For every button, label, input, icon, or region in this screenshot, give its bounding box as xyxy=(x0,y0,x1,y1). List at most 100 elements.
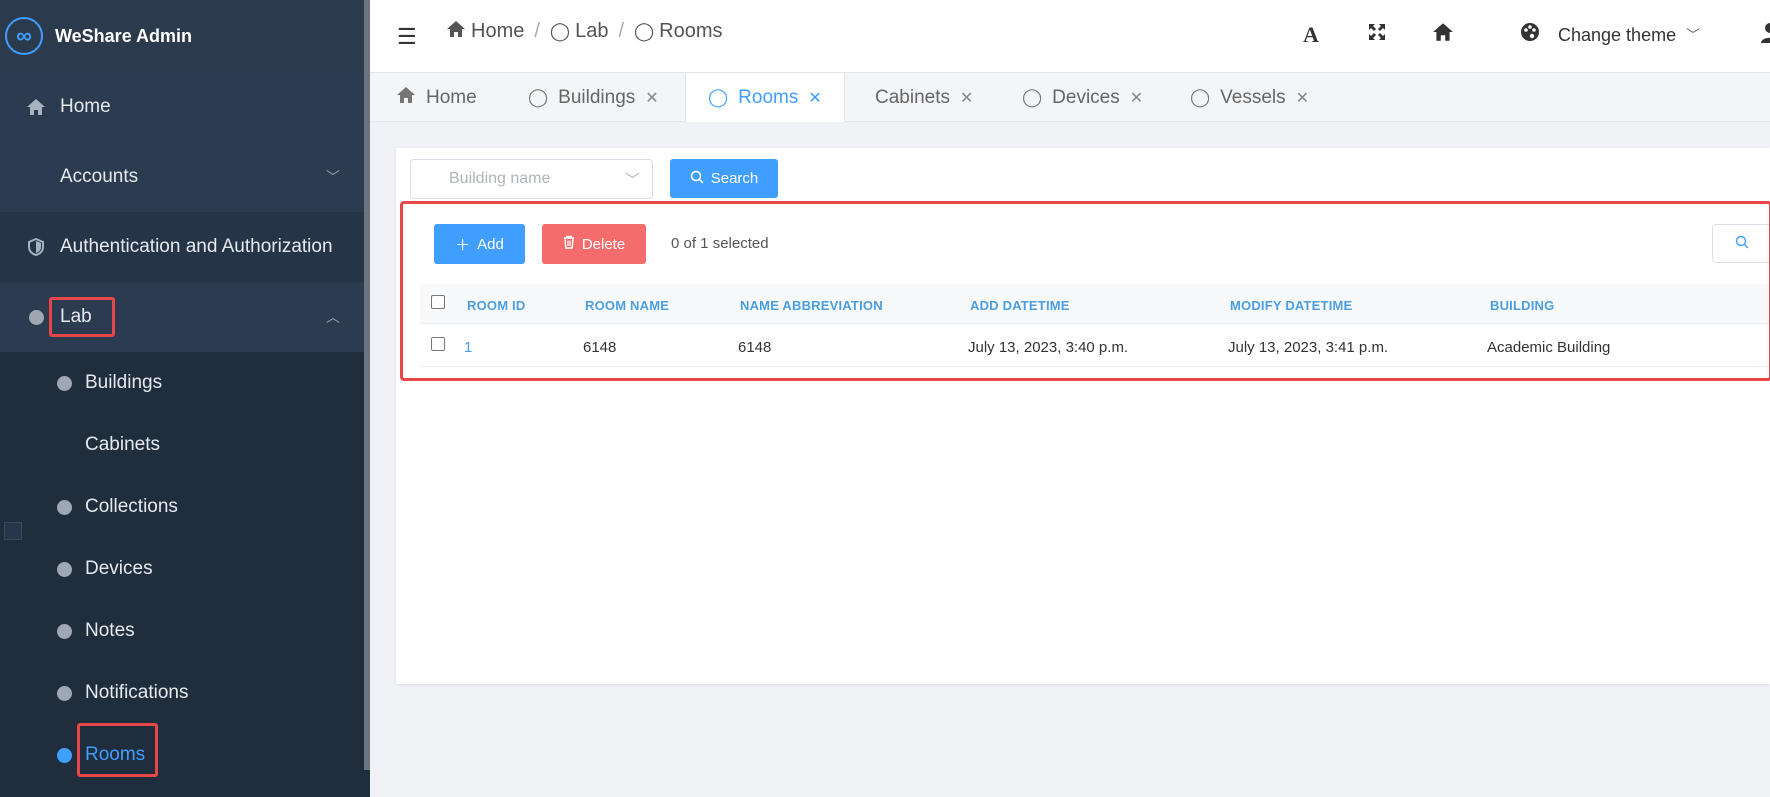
dot-icon xyxy=(26,307,46,327)
app-title: WeShare Admin xyxy=(55,25,193,46)
tab-devices[interactable]: ◯ Devices ✕ xyxy=(1022,73,1143,122)
tab-label: Buildings xyxy=(558,86,636,108)
breadcrumb: Home / ◯ Lab / ◯ Rooms xyxy=(446,20,723,43)
sidebar-item-buildings[interactable]: Buildings xyxy=(0,352,370,414)
chevron-up-icon: ︿ xyxy=(326,309,340,325)
circle-icon: ◯ xyxy=(708,87,729,107)
plus-icon: ＋ xyxy=(455,236,471,254)
sidebar-item-label: Devices xyxy=(85,558,153,579)
selection-count: 0 of 1 selected xyxy=(671,235,769,252)
dot-icon xyxy=(54,497,74,517)
breadcrumb-lab[interactable]: Lab xyxy=(575,20,608,43)
column-header-room-name[interactable]: ROOM NAME xyxy=(585,298,669,313)
dot-icon xyxy=(54,745,74,765)
building-cell: Academic Building xyxy=(1487,339,1611,356)
sidebar-item-label: Buildings xyxy=(85,372,163,393)
sidebar-item-lab[interactable]: Lab ︿ xyxy=(0,282,370,352)
close-icon[interactable]: ✕ xyxy=(645,88,658,108)
trash-icon xyxy=(563,235,575,253)
theme-switcher[interactable]: Change theme ﹀ xyxy=(1520,22,1700,48)
chevron-down-icon: ﹀ xyxy=(326,169,340,185)
home-icon xyxy=(446,20,466,43)
sidebar-item-home[interactable]: Home xyxy=(0,72,370,142)
circle-icon: ◯ xyxy=(528,87,549,107)
rooms-card: Building name ﹀ Search ＋ Add Delete 0 of… xyxy=(396,148,1770,684)
breadcrumb-rooms: Rooms xyxy=(659,20,723,42)
sidebar-item-label: Notifications xyxy=(85,682,189,703)
sidebar-item-devices[interactable]: Devices xyxy=(0,538,370,600)
circle-icon: ◯ xyxy=(1022,87,1043,107)
tab-cabinets[interactable]: Cabinets ✕ xyxy=(875,73,973,122)
search-icon xyxy=(1735,235,1749,253)
delete-button[interactable]: Delete xyxy=(542,224,646,264)
sidebar-item-accounts[interactable]: Accounts ﹀ xyxy=(0,142,370,212)
sidebar-item-label: Cabinets xyxy=(85,434,160,455)
close-icon[interactable]: ✕ xyxy=(1296,88,1309,108)
tab-label: Home xyxy=(426,86,477,108)
font-size-icon[interactable]: A xyxy=(1303,22,1319,48)
select-all-checkbox[interactable] xyxy=(431,295,445,309)
sidebar-item-rooms[interactable]: Rooms xyxy=(0,724,370,786)
sidebar-item-notes[interactable]: Notes xyxy=(0,600,370,662)
sidebar-item-label: Authentication and Authorization xyxy=(60,236,333,257)
building-select[interactable]: Building name ﹀ xyxy=(410,159,653,199)
dot-icon xyxy=(54,559,74,579)
logo-icon: ∞ xyxy=(5,17,43,55)
column-header-add-datetime[interactable]: ADD DATETIME xyxy=(970,298,1070,313)
table-header: ROOM ID ROOM NAME NAME ABBREVIATION ADD … xyxy=(420,284,1770,324)
sidebar-item-label: Rooms xyxy=(85,744,146,765)
palette-icon xyxy=(1520,22,1540,48)
sidebar-item-notifications[interactable]: Notifications xyxy=(0,662,370,724)
close-icon[interactable]: ✕ xyxy=(808,88,821,108)
column-header-name-abbreviation[interactable]: NAME ABBREVIATION xyxy=(740,298,883,313)
breadcrumb-separator: / xyxy=(534,20,540,42)
add-button[interactable]: ＋ Add xyxy=(434,224,525,264)
tab-rooms[interactable]: ◯ Rooms ✕ xyxy=(685,73,845,122)
sidebar-item-label: Home xyxy=(60,96,111,117)
tab-vessels[interactable]: ◯ Vessels ✕ xyxy=(1190,73,1309,122)
chevron-down-icon: ﹀ xyxy=(624,172,640,189)
sidebar-item-cabinets[interactable]: Cabinets xyxy=(0,414,370,476)
tab-label: Devices xyxy=(1052,86,1120,108)
breadcrumb-home[interactable]: Home xyxy=(471,20,524,43)
dot-icon xyxy=(54,683,74,703)
close-icon[interactable]: ✕ xyxy=(960,88,973,108)
search-button[interactable]: Search xyxy=(670,159,778,198)
add-button-label: Add xyxy=(477,235,504,253)
table-row: 1 6148 6148 July 13, 2023, 3:40 p.m. Jul… xyxy=(420,325,1770,367)
column-header-building[interactable]: BUILDING xyxy=(1490,298,1554,313)
building-select-placeholder: Building name xyxy=(449,170,551,187)
top-header: ☰ Home / ◯ Lab / ◯ Rooms A Change theme … xyxy=(370,0,1770,73)
sidebar-item-collections[interactable]: Collections xyxy=(0,476,370,538)
home-icon[interactable] xyxy=(1432,22,1454,48)
name-abbreviation-cell: 6148 xyxy=(738,339,772,356)
tab-label: Vessels xyxy=(1220,86,1286,108)
menu-toggle-icon[interactable]: ☰ xyxy=(397,24,417,50)
logo-bar: ∞ WeShare Admin xyxy=(0,0,370,72)
column-header-room-id[interactable]: ROOM ID xyxy=(467,298,525,313)
circle-icon: ◯ xyxy=(549,21,571,41)
fullscreen-icon[interactable] xyxy=(1367,22,1387,48)
delete-button-label: Delete xyxy=(581,235,626,253)
breadcrumb-separator: / xyxy=(618,20,625,42)
close-icon[interactable]: ✕ xyxy=(1130,88,1143,108)
sidebar-item-label: Lab xyxy=(60,306,92,327)
chevron-down-icon: ﹀ xyxy=(1686,27,1701,43)
user-icon[interactable] xyxy=(1760,22,1770,50)
dot-icon xyxy=(54,373,74,393)
column-header-modify-datetime[interactable]: MODIFY DATETIME xyxy=(1230,298,1352,313)
circle-icon: ◯ xyxy=(1190,87,1211,107)
tab-buildings[interactable]: ◯ Buildings ✕ xyxy=(528,73,659,122)
add-datetime-cell: July 13, 2023, 3:40 p.m. xyxy=(968,339,1129,356)
tab-home[interactable]: Home xyxy=(396,73,477,122)
sidebar-item-authentication[interactable]: Authentication and Authorization xyxy=(0,212,370,282)
sidebar-item-label: Collections xyxy=(85,496,178,517)
table-search-button[interactable] xyxy=(1712,224,1770,263)
sidebar-item-label: Accounts xyxy=(60,166,139,187)
row-checkbox[interactable] xyxy=(431,337,445,351)
search-button-label: Search xyxy=(710,170,759,187)
theme-label: Change theme xyxy=(1558,24,1677,45)
room-id-link[interactable]: 1 xyxy=(464,339,472,356)
collapse-handle[interactable] xyxy=(4,522,22,540)
tab-bar: Home ◯ Buildings ✕ ◯ Rooms ✕ Cabinets ✕ … xyxy=(370,73,1770,122)
